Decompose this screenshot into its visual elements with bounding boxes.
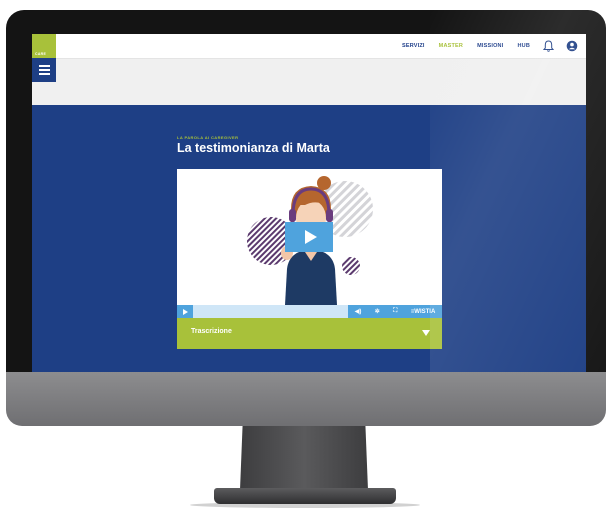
- menu-button[interactable]: [32, 58, 56, 82]
- settings-icon[interactable]: ✲: [375, 308, 380, 315]
- site-logo[interactable]: CARE: [32, 34, 56, 58]
- monitor-screen: CARE SERVIZI MASTER MISSIONI HUB LA PARO…: [32, 34, 586, 372]
- wistia-logo[interactable]: ≡WISTIA: [411, 309, 436, 315]
- transcript-label: Trascrizione: [191, 328, 232, 335]
- video-player[interactable]: ◀) ✲ ⛶ ≡WISTIA: [177, 169, 442, 318]
- control-buttons: ◀) ✲ ⛶ ≡WISTIA: [348, 305, 442, 318]
- volume-icon[interactable]: ◀): [355, 308, 362, 315]
- hero-top-band: [32, 59, 586, 105]
- player-controls: ◀) ✲ ⛶ ≡WISTIA: [177, 305, 442, 318]
- transcript-toggle[interactable]: Trascrizione: [177, 318, 442, 349]
- control-play-button[interactable]: [177, 305, 193, 318]
- nav-link-servizi[interactable]: SERVIZI: [402, 43, 425, 49]
- bell-icon[interactable]: [542, 40, 554, 52]
- fullscreen-icon[interactable]: ⛶: [393, 308, 397, 315]
- monitor-stand-neck: [240, 426, 368, 490]
- monitor-stand-base: [214, 488, 396, 504]
- play-button[interactable]: [285, 222, 333, 252]
- nav-link-master[interactable]: MASTER: [439, 43, 463, 49]
- control-play-icon: [182, 308, 188, 315]
- site-header: CARE SERVIZI MASTER MISSIONI HUB: [32, 34, 586, 59]
- section-kicker: LA PAROLA AI CAREGIVER: [177, 135, 239, 140]
- play-icon: [304, 230, 317, 244]
- chevron-down-icon: [422, 330, 430, 336]
- nav-link-hub[interactable]: HUB: [517, 43, 530, 49]
- nav-link-missioni[interactable]: MISSIONI: [477, 43, 503, 49]
- main-nav: SERVIZI MASTER MISSIONI HUB: [388, 34, 578, 58]
- logo-text: CARE: [35, 52, 47, 56]
- menu-icon: [38, 64, 50, 67]
- page-title: La testimonianza di Marta: [177, 141, 330, 155]
- user-icon[interactable]: [566, 40, 578, 52]
- monitor-chin: [6, 372, 606, 426]
